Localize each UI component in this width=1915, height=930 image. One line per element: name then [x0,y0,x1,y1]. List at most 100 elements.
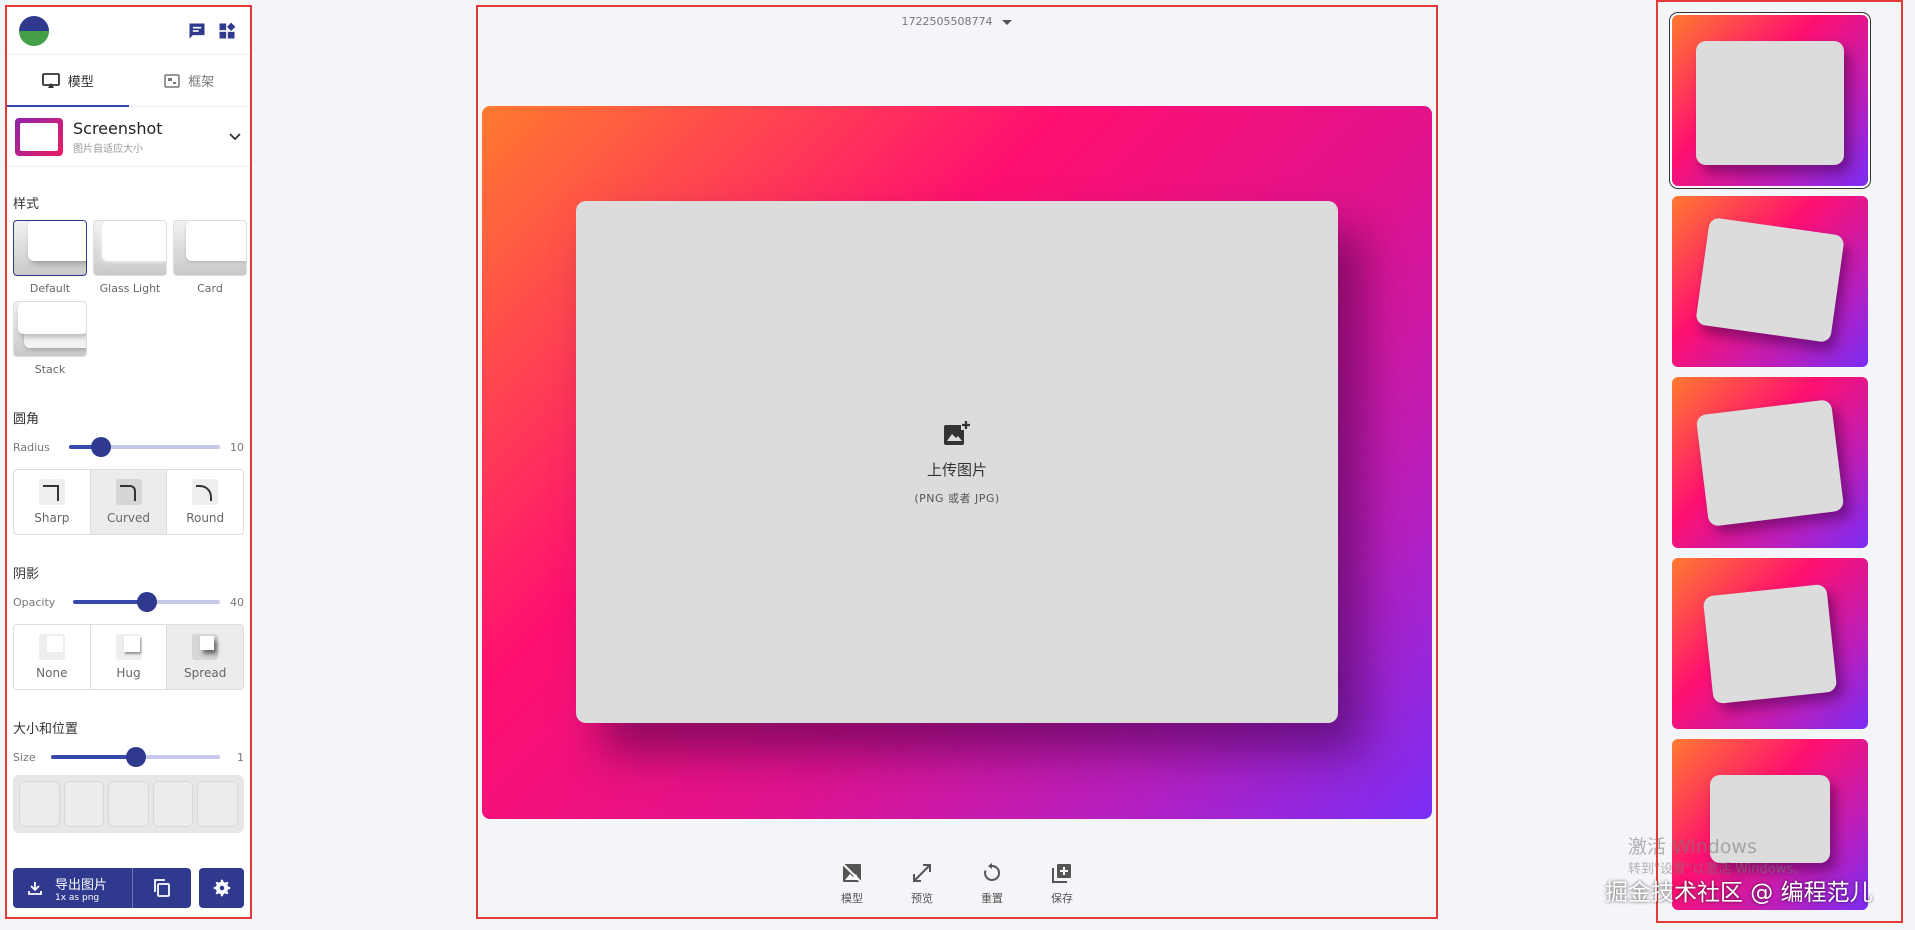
chevron-down-icon [229,132,241,140]
copy-icon [154,879,170,897]
position-grid [13,775,244,833]
upload-hint: (PNG 或者 JPG) [914,491,1000,505]
preset-item[interactable] [1672,377,1868,548]
file-name: 1722505508774 [901,15,993,28]
style-thumb-glass-light [93,220,167,276]
shadow-label-none: None [36,666,68,680]
export-label: 导出图片 [55,877,108,893]
tab-frame[interactable]: 框架 [129,55,251,106]
editor-area: 1722505508774 上传图片 (PNG 或者 JPG) 模型 预览 重置 [478,7,1436,916]
preset-card [1695,399,1845,527]
chat-icon[interactable] [182,16,212,46]
corner-option-curved[interactable]: Curved [90,470,168,534]
opacity-slider-value: 40 [230,595,244,609]
toolbar-model-label: 模型 [841,892,863,905]
export-main[interactable]: 导出图片 1x as png [13,868,133,908]
shadow-option-none[interactable]: None [14,625,91,689]
upload-dropzone[interactable]: 上传图片 (PNG 或者 JPG) [576,201,1338,723]
corner-curved-icon [115,479,142,505]
activation-watermark-title: 激活 Windows [1628,836,1757,858]
tab-model[interactable]: 模型 [7,55,129,107]
preview-canvas: 上传图片 (PNG 或者 JPG) [482,106,1432,819]
toolbar-reset-button[interactable]: 重置 [974,862,1010,906]
frame-icon [164,73,180,88]
file-title[interactable]: 1722505508774 [478,15,1436,28]
export-sublabel: 1x as png [55,892,100,903]
model-thumbnail [15,117,63,156]
style-option-glass-light[interactable]: Glass Light [93,220,167,295]
style-thumb-default [13,220,87,276]
position-cell[interactable] [197,781,238,827]
preset-item[interactable] [1672,558,1868,729]
sidebar: 模型 框架 Screenshot 图片自适应大小 样式 Default Glas… [7,7,250,916]
settings-button[interactable] [199,868,244,908]
style-label-default: Default [29,282,71,295]
corner-sharp-icon [38,479,65,505]
size-slider-knob[interactable] [125,747,146,767]
hide-image-icon [842,863,862,883]
toolbar-save-label: 保存 [1051,892,1073,905]
preset-card [1696,41,1844,165]
shadow-none-icon [38,634,65,660]
toolbar-save-button[interactable]: 保存 [1044,862,1080,906]
corner-option-round[interactable]: Round [167,470,243,534]
monitor-icon [41,72,60,88]
style-label-glass-light: Glass Light [99,282,161,295]
toolbar-preview-label: 预览 [911,892,933,905]
corner-options: Sharp Curved Round [13,469,244,535]
export-bar: 导出图片 1x as png [13,868,244,908]
expand-icon [913,864,931,882]
style-thumb-stack [13,301,87,357]
radius-slider-value: 10 [230,440,244,454]
caret-down-icon [1002,19,1013,25]
size-slider-label: Size [13,750,36,764]
shadow-option-hug[interactable]: Hug [91,625,168,689]
position-cell[interactable] [108,781,149,827]
corner-label-curved: Curved [106,511,151,525]
shadow-label-hug: Hug [116,666,141,680]
preset-card [1695,217,1845,343]
toolbar-preview-button[interactable]: 预览 [904,862,940,906]
app-logo-icon[interactable] [15,15,53,46]
shadow-section-title: 阴影 [13,567,40,582]
preset-item[interactable] [1672,196,1868,367]
radius-slider[interactable] [69,437,220,457]
size-slider[interactable] [51,747,220,767]
upload-title: 上传图片 [926,460,987,479]
corner-option-sharp[interactable]: Sharp [14,470,91,534]
position-cell[interactable] [152,781,194,827]
corner-label-sharp: Sharp [34,511,70,525]
style-option-card[interactable]: Card [173,220,247,295]
style-label-card: Card [197,282,223,295]
size-section-title: 大小和位置 [13,722,79,737]
model-select[interactable]: Screenshot 图片自适应大小 [7,107,250,167]
shadow-label-spread: Spread [184,666,227,680]
corner-round-icon [192,479,219,505]
export-button[interactable]: 导出图片 1x as png [13,868,191,908]
style-option-stack[interactable]: Stack [13,301,87,376]
copy-button[interactable] [133,868,191,908]
radius-slider-label: Radius [13,440,50,454]
position-cell[interactable] [63,781,105,827]
style-option-default[interactable]: Default [13,220,87,295]
size-slider-row: Size 1 [7,745,250,769]
corner-section-title: 圆角 [13,412,40,427]
model-subtitle: 图片自适应大小 [73,143,143,155]
style-options: Default Glass Light Card Stack [7,220,250,376]
toolbar-model-button[interactable]: 模型 [834,862,870,906]
opacity-slider-label: Opacity [13,595,56,609]
download-icon [28,882,42,895]
opacity-slider[interactable] [73,592,220,612]
position-cell[interactable] [19,781,60,827]
preset-item[interactable] [1670,13,1870,188]
source-credit: 掘金技术社区 @ 编程范儿 [1605,880,1873,906]
corner-label-round: Round [186,511,225,525]
preset-card [1702,583,1838,705]
mode-tabs: 模型 框架 [7,55,250,107]
radius-slider-knob[interactable] [90,437,111,457]
shadow-spread-icon [192,634,219,660]
widgets-icon[interactable] [212,16,242,46]
tab-model-label: 模型 [67,75,94,90]
shadow-option-spread[interactable]: Spread [167,625,243,689]
opacity-slider-knob[interactable] [136,592,157,612]
